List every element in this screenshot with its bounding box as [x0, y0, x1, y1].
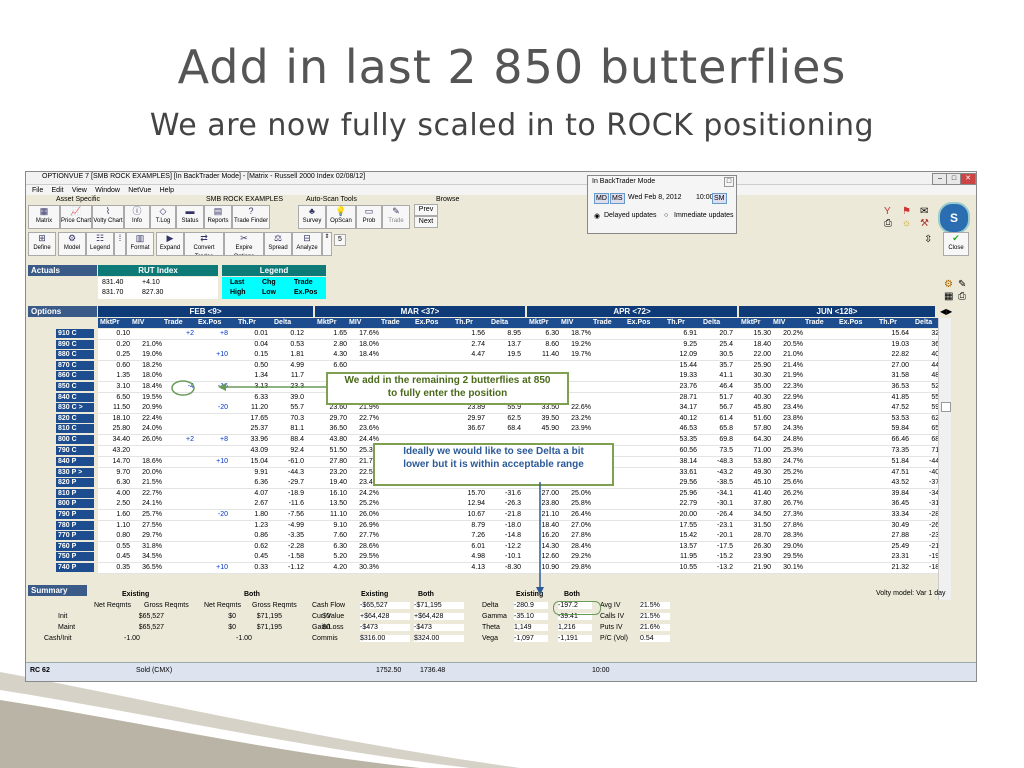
annotation-arrows	[171, 380, 544, 595]
